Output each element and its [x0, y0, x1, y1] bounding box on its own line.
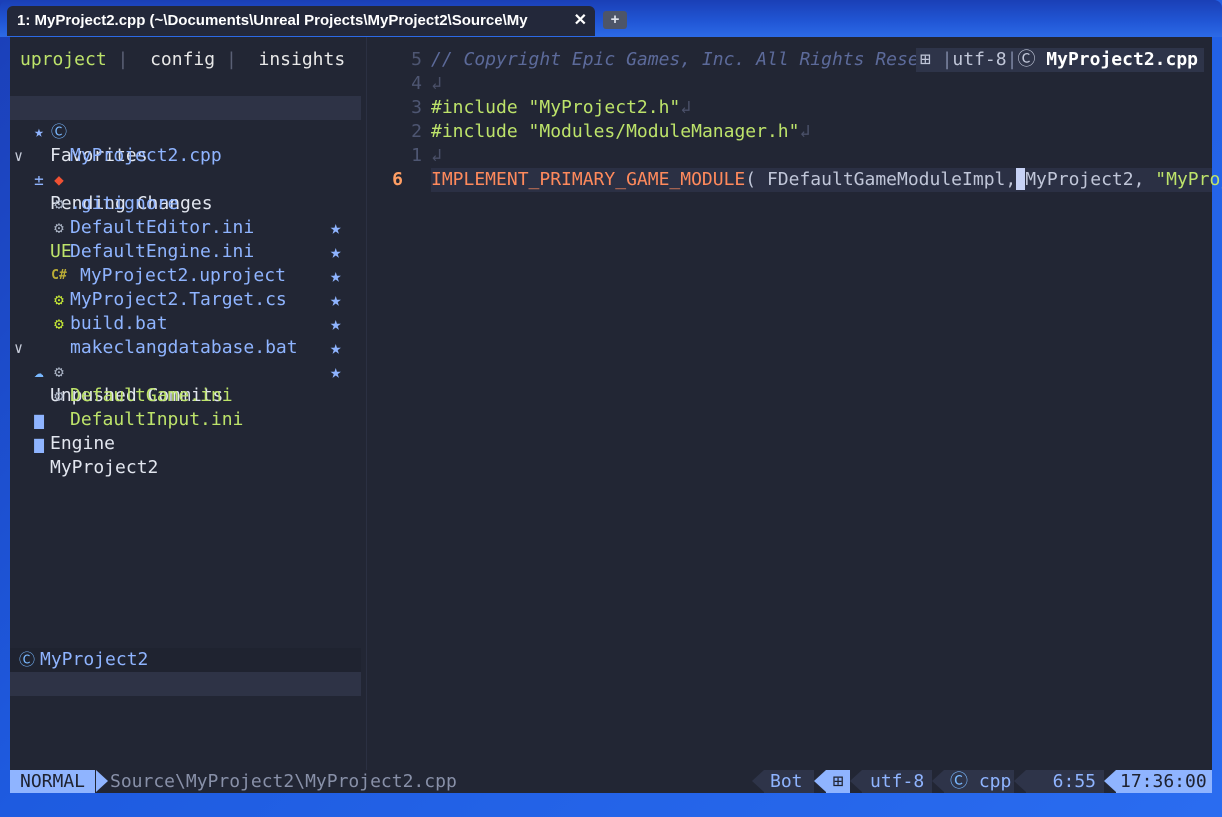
tab-insights[interactable]: insights	[258, 49, 345, 70]
folder-label: MyProject2	[50, 457, 159, 478]
folder-icon: ▆	[34, 434, 44, 453]
windows-icon: ⊞	[919, 49, 931, 70]
tree-item[interactable]: C# MyProject2.Target.cs ★	[10, 240, 361, 335]
encoding: utf-8	[862, 770, 932, 793]
tree-item[interactable]: ⚙ DefaultEngine.ini ★	[10, 192, 361, 287]
newline-glyph: ↲	[680, 97, 692, 118]
tab-config[interactable]: config	[150, 49, 215, 70]
tree-item[interactable]: ◆ .gitignore ★	[10, 144, 361, 239]
winbar-separator: |	[941, 49, 953, 70]
preprocessor: #include	[431, 97, 518, 118]
sidebar-bottom-label: MyProject2	[40, 649, 149, 670]
editor-winbar: ⊞ |utf-8|Ⓒ MyProject2.cpp	[915, 48, 1204, 72]
cursor-position: 6:55	[1026, 770, 1104, 793]
segment-separator	[1014, 770, 1026, 792]
filetype-segment: Ⓒ cpp	[944, 770, 1014, 793]
preprocessor: #include	[431, 121, 518, 142]
code-line[interactable]: ↲	[431, 144, 442, 168]
tab-bar: 1: MyProject2.cpp (~\Documents\Unreal Pr…	[0, 0, 1222, 37]
string: "MyProject2	[1155, 169, 1222, 190]
code-line[interactable]: #include "MyProject2.h"↲	[431, 96, 691, 120]
tree-section-unpushed-commits[interactable]: ∨ ☁ Unpushed Commits	[10, 312, 361, 406]
winbar-separator: |	[1006, 49, 1018, 70]
file-path: Source\MyProject2\MyProject2.cpp	[110, 771, 457, 792]
tree-section-favorites[interactable]: ∨ ★ Favorites	[10, 72, 361, 166]
cpp-file-icon: Ⓒ	[18, 650, 35, 669]
line-number: 1	[411, 145, 422, 166]
line-number: 2	[411, 121, 422, 142]
tree-item[interactable]: ⚙ makeclangdatabase.bat ★	[10, 288, 361, 383]
newline-glyph: ↲	[799, 121, 811, 142]
sidebar-tabs: uproject | config | insights	[20, 48, 345, 72]
segment-separator	[752, 770, 764, 792]
code-editor[interactable]: 5 4 3 2 1 6 // Copyright Epic Games, Inc…	[367, 37, 1222, 770]
current-line-number: 6	[392, 169, 403, 190]
code-args: ( FDefaultGameModuleImpl,	[745, 169, 1017, 190]
tree-item[interactable]: Ⓒ MyProject2.cpp	[10, 96, 361, 166]
new-tab-button[interactable]: +	[603, 11, 627, 29]
vim-mode: NORMAL	[10, 770, 96, 793]
code-line[interactable]: ↲	[431, 72, 442, 96]
line-number: 5	[411, 49, 422, 70]
comment: // Copyright Epic Games, Inc. All Rights…	[431, 49, 973, 70]
terminal-content: uproject | config | insights ∨ ★ Favorit…	[10, 37, 1222, 793]
file-tree-sidebar: uproject | config | insights ∨ ★ Favorit…	[10, 37, 366, 770]
close-icon[interactable]: ✕	[574, 6, 587, 36]
clock: 17:36:00	[1116, 770, 1212, 793]
segment-separator	[850, 770, 862, 792]
windows-icon: ⊞	[826, 770, 850, 793]
newline-glyph: ↲	[431, 145, 442, 166]
winbar-encoding: utf-8	[952, 49, 1007, 70]
segment-separator	[814, 770, 826, 792]
winbar-filename: MyProject2.cpp	[1046, 49, 1198, 70]
segment-separator	[1104, 770, 1116, 792]
code-args: MyProject2,	[1025, 169, 1145, 190]
tree-item[interactable]: ⚙ DefaultGame.ini	[10, 336, 361, 406]
cpp-file-icon: Ⓒ	[1017, 49, 1036, 70]
tree-item[interactable]: UE MyProject2.uproject ★	[10, 216, 361, 311]
mode-separator	[96, 770, 108, 792]
tree-folder[interactable]: ▆ MyProject2	[10, 408, 361, 478]
text-cursor	[1016, 167, 1026, 190]
segment-separator	[932, 770, 944, 792]
scroll-position: Bot	[764, 770, 814, 793]
tree-item[interactable]: ⚙ DefaultEditor.ini ★	[10, 168, 361, 263]
sidebar-winbar: Ⓒ MyProject2	[10, 648, 361, 672]
string: "Modules/ModuleManager.h"	[528, 121, 800, 142]
macro: IMPLEMENT_PRIMARY_GAME_MODULE	[431, 169, 746, 190]
terminal-window: 1: MyProject2.cpp (~\Documents\Unreal Pr…	[0, 0, 1222, 817]
newline-glyph: ↲	[431, 73, 442, 94]
string: "MyProject2.h"	[528, 97, 681, 118]
tab-uproject[interactable]: uproject	[20, 49, 107, 70]
tree-item[interactable]: ⚙ DefaultInput.ini	[10, 360, 361, 430]
tree-item[interactable]: ⚙ build.bat ★	[10, 264, 361, 359]
tab-active[interactable]: 1: MyProject2.cpp (~\Documents\Unreal Pr…	[7, 6, 595, 36]
tab-separator: |	[117, 49, 129, 70]
line-number: 3	[411, 97, 422, 118]
tree-section-pending-changes[interactable]: ∨ ± Pending Changes	[10, 120, 361, 214]
tab-separator: |	[225, 49, 237, 70]
line-number: 4	[411, 73, 422, 94]
tree-folder[interactable]: ▆ Engine	[10, 384, 361, 454]
cpp-file-icon: Ⓒ	[950, 771, 968, 792]
code-line[interactable]: // Copyright Epic Games, Inc. All Rights…	[431, 48, 984, 72]
tab-title: 1: MyProject2.cpp (~\Documents\Unreal Pr…	[17, 12, 528, 29]
filetype: cpp	[978, 771, 1012, 792]
sidebar-statusbar	[10, 672, 361, 696]
statusline: NORMAL Source\MyProject2\MyProject2.cpp …	[10, 770, 1212, 793]
code-line-current[interactable]: IMPLEMENT_PRIMARY_GAME_MODULE( FDefaultG…	[431, 167, 1222, 192]
code-line[interactable]: #include "Modules/ModuleManager.h"↲	[431, 120, 810, 144]
